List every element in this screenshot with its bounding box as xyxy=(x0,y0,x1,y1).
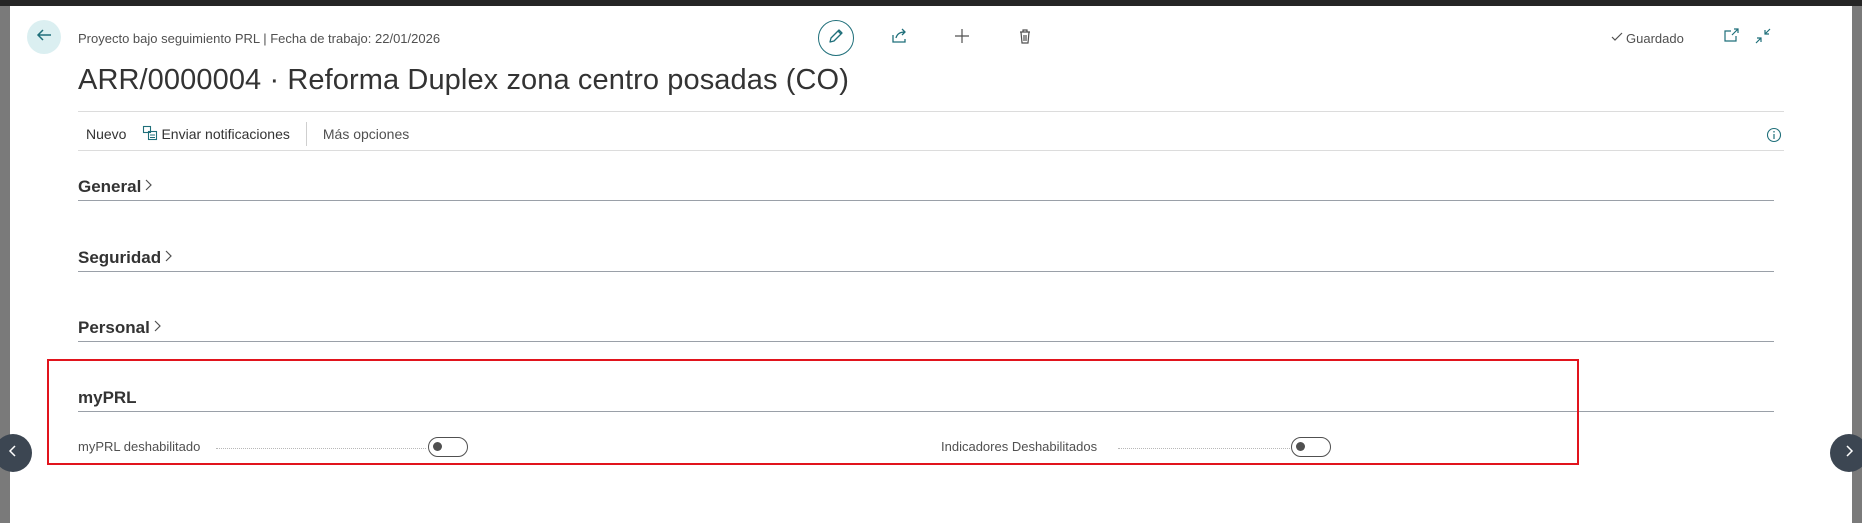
info-icon xyxy=(1766,127,1782,148)
section-general-divider xyxy=(78,200,1774,201)
new-button[interactable] xyxy=(950,26,974,50)
chevron-right-icon xyxy=(1842,444,1856,463)
share-button[interactable] xyxy=(887,26,911,50)
page-title: ARR/0000004 · Reforma Duplex zona centro… xyxy=(78,64,849,96)
chevron-left-icon xyxy=(6,444,20,463)
open-new-window-button[interactable] xyxy=(1720,27,1742,49)
open-new-window-icon xyxy=(1722,27,1740,50)
page-caption: Proyecto bajo seguimiento PRL | Fecha de… xyxy=(78,31,441,46)
delete-button[interactable] xyxy=(1013,26,1037,50)
arrow-left-icon xyxy=(35,26,53,49)
send-notifications-label: Enviar notificaciones xyxy=(161,126,290,142)
plus-icon xyxy=(953,27,971,50)
section-personal-divider xyxy=(78,341,1774,342)
chevron-right-icon xyxy=(164,248,174,268)
collapse-button[interactable] xyxy=(1752,27,1774,49)
pencil-icon xyxy=(827,27,845,50)
next-record-button[interactable] xyxy=(1830,434,1862,472)
more-options-label: Más opciones xyxy=(322,126,410,142)
new-action[interactable]: Nuevo xyxy=(78,126,134,142)
back-button[interactable] xyxy=(27,20,61,54)
check-icon xyxy=(1610,30,1624,47)
saved-status: Guardado xyxy=(1610,30,1684,47)
highlight-box xyxy=(47,359,1579,465)
edit-button[interactable] xyxy=(818,20,854,56)
info-button[interactable] xyxy=(1764,127,1784,147)
action-bar-top-divider xyxy=(78,111,1784,112)
chevron-right-icon xyxy=(144,177,154,197)
send-notifications-action[interactable]: Enviar notificaciones xyxy=(134,125,297,144)
action-bar-bottom-divider xyxy=(78,150,1784,151)
share-icon xyxy=(889,26,909,51)
section-seguridad-divider xyxy=(78,271,1774,272)
section-personal[interactable]: Personal xyxy=(78,318,163,338)
section-seguridad-label: Seguridad xyxy=(78,248,162,267)
section-general[interactable]: General xyxy=(78,177,154,197)
section-personal-label: Personal xyxy=(78,318,150,337)
saved-label: Guardado xyxy=(1626,31,1684,46)
new-action-label: Nuevo xyxy=(86,126,127,142)
action-bar: Nuevo Enviar notificaciones Más opciones xyxy=(78,122,417,146)
collapse-icon xyxy=(1754,27,1772,50)
notification-icon xyxy=(142,125,158,144)
action-separator xyxy=(305,122,307,146)
more-options-action[interactable]: Más opciones xyxy=(315,126,417,142)
trash-icon xyxy=(1016,27,1034,50)
section-general-label: General xyxy=(78,177,142,196)
section-seguridad[interactable]: Seguridad xyxy=(78,248,174,268)
chevron-right-icon xyxy=(153,318,163,338)
